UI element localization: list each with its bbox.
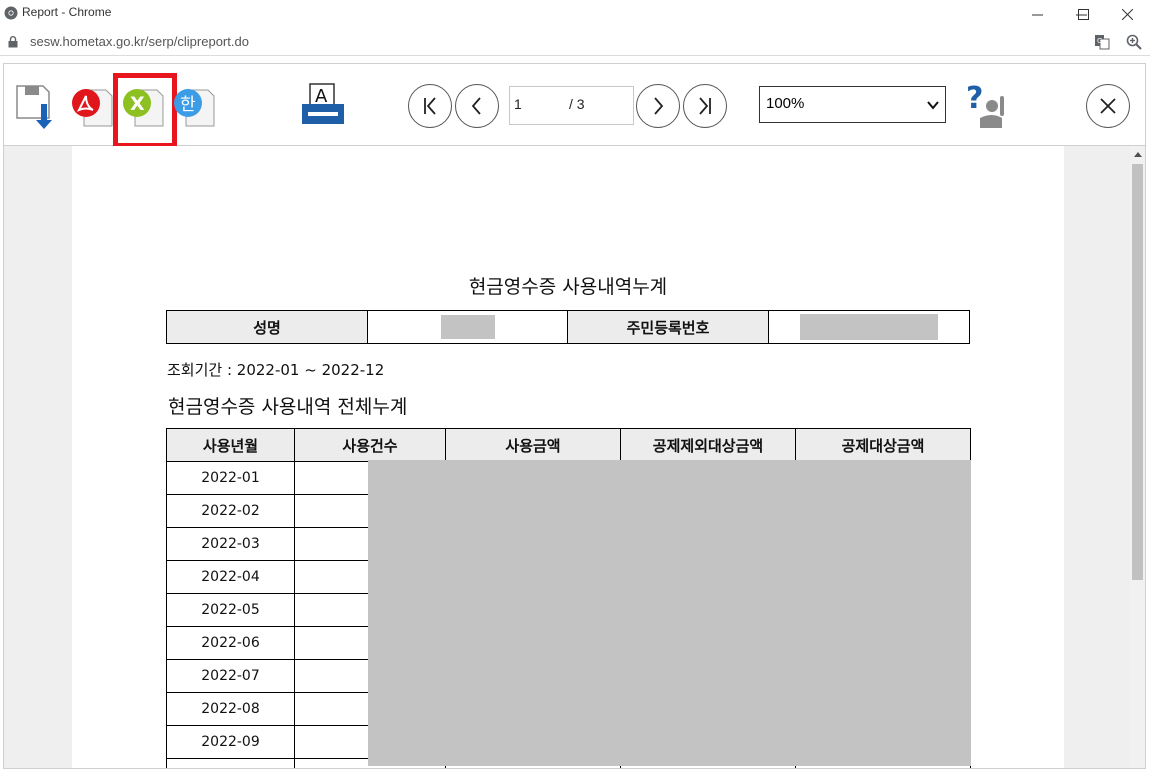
column-header: 공제제외대상금액 xyxy=(620,428,796,462)
id-value xyxy=(769,311,969,343)
report-title: 현금영수증 사용내역누계 xyxy=(468,276,668,298)
viewer-toolbar: X 한 A 1 / 3 100% ? xyxy=(4,64,1145,148)
maximize-icon xyxy=(1077,8,1089,20)
viewer-close-button[interactable] xyxy=(1086,84,1130,128)
prev-page-button[interactable] xyxy=(455,84,499,128)
url-text[interactable]: sesw.hometax.go.kr/serp/clipreport.do xyxy=(30,34,249,49)
month-cell: 2022-05 xyxy=(166,593,295,627)
svg-text:G: G xyxy=(1097,37,1102,45)
document-area: 현금영수증 사용내역누계 성명 주민등록번호 조회기간 : 2022-01 ~ … xyxy=(4,146,1130,768)
svg-text:?: ? xyxy=(966,82,983,116)
chevron-down-icon xyxy=(927,101,939,110)
address-bar: sesw.hometax.go.kr/serp/clipreport.do G xyxy=(0,28,1150,56)
vertical-scrollbar[interactable] xyxy=(1130,146,1145,768)
window-minimize-icon xyxy=(1031,14,1043,15)
redacted-block xyxy=(440,315,495,339)
name-table: 성명 주민등록번호 xyxy=(166,310,970,344)
month-cell: 2022-03 xyxy=(166,527,295,561)
page-total-label: / 3 xyxy=(565,86,634,125)
section-subtitle: 현금영수증 사용내역 전체누계 xyxy=(168,396,408,418)
last-page-icon xyxy=(699,97,711,115)
month-cell: 2022-08 xyxy=(166,692,295,726)
column-header: 사용년월 xyxy=(166,428,295,462)
redacted-area xyxy=(368,460,971,766)
scrollbar-thumb[interactable] xyxy=(1132,164,1143,580)
report-page: 현금영수증 사용내역누계 성명 주민등록번호 조회기간 : 2022-01 ~ … xyxy=(72,146,1064,768)
zoom-select[interactable]: 100% xyxy=(759,86,946,123)
month-cell: 2022-02 xyxy=(166,494,295,528)
chrome-icon xyxy=(4,6,18,20)
zoom-icon[interactable] xyxy=(1126,34,1142,50)
translate-icon[interactable]: G xyxy=(1094,34,1110,50)
save-icon[interactable] xyxy=(15,82,63,132)
first-page-button[interactable] xyxy=(408,84,452,128)
lock-icon xyxy=(8,36,18,48)
pdf-export-icon[interactable] xyxy=(70,86,114,128)
month-cell: 2022-06 xyxy=(166,626,295,660)
close-icon xyxy=(1100,98,1116,114)
name-label: 성명 xyxy=(167,311,368,343)
window-close-button[interactable] xyxy=(1104,0,1150,28)
period-text: 조회기간 : 2022-01 ~ 2022-12 xyxy=(167,361,385,379)
maximize-button[interactable] xyxy=(1060,0,1106,28)
print-icon[interactable]: A xyxy=(298,82,348,130)
first-page-icon xyxy=(424,97,436,115)
month-cell: 2022-04 xyxy=(166,560,295,594)
column-header: 공제대상금액 xyxy=(795,428,971,462)
hwp-export-icon[interactable]: 한 xyxy=(172,86,216,128)
zoom-value: 100% xyxy=(766,95,805,112)
name-value xyxy=(368,311,568,343)
month-cell: 2022-01 xyxy=(166,461,295,495)
report-viewer: X 한 A 1 / 3 100% ? 현금영수증 사용내역누계 성명 주민등록번… xyxy=(3,63,1146,769)
table-header-row: 사용년월 사용건수 사용금액 공제제외대상금액 공제대상금액 xyxy=(166,428,971,462)
window-titlebar: Report - Chrome xyxy=(0,0,1150,28)
svg-text:한: 한 xyxy=(180,95,196,115)
excel-highlight-box xyxy=(113,73,177,148)
column-header: 사용건수 xyxy=(294,428,446,462)
help-icon[interactable]: ? xyxy=(962,82,1010,132)
month-cell: 2022-09 xyxy=(166,725,295,759)
svg-text:A: A xyxy=(315,86,328,107)
window-title: Report - Chrome xyxy=(22,5,112,19)
next-page-icon xyxy=(654,97,664,115)
window-minimize-button[interactable] xyxy=(1014,0,1060,28)
redacted-block xyxy=(800,314,938,340)
window-close-icon xyxy=(1121,8,1133,20)
id-label: 주민등록번호 xyxy=(568,311,769,343)
page-number-input[interactable]: 1 xyxy=(509,86,566,125)
column-header: 사용금액 xyxy=(445,428,621,462)
last-page-button[interactable] xyxy=(683,84,727,128)
prev-page-icon xyxy=(471,97,481,115)
next-page-button[interactable] xyxy=(636,84,680,128)
month-cell: 2022-07 xyxy=(166,659,295,693)
scroll-up-arrow-icon[interactable] xyxy=(1134,152,1142,157)
